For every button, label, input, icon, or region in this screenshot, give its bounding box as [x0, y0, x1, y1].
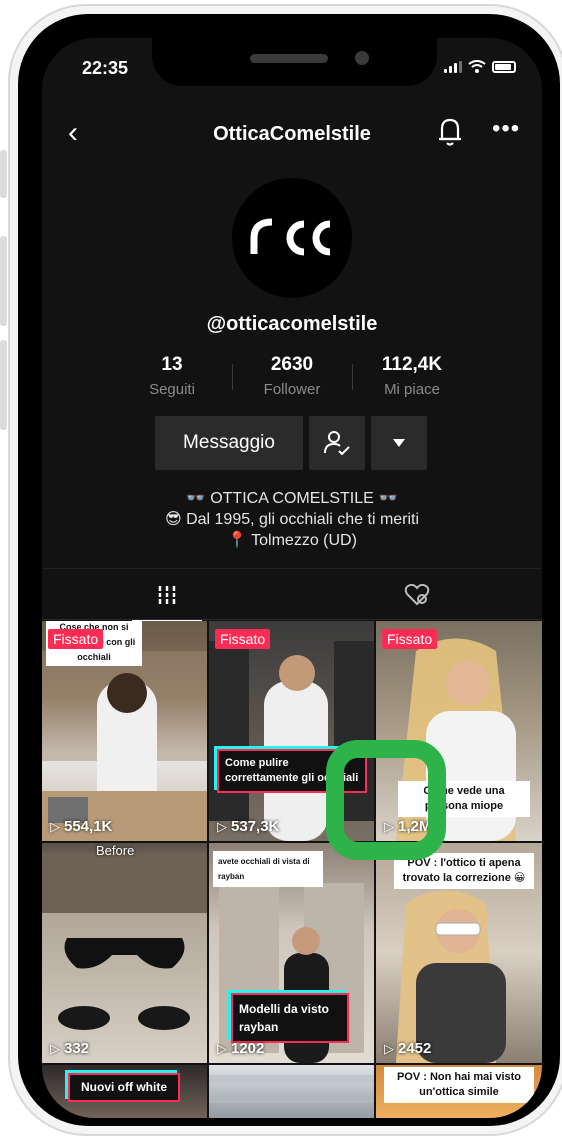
camera — [355, 51, 369, 65]
pinned-badge: Fissato — [215, 629, 271, 649]
stat-label: Follower — [263, 381, 321, 398]
video-tile[interactable]: Nuovi off white — [42, 1065, 207, 1118]
user-check-icon — [324, 431, 350, 456]
view-count-value: 537,3K — [231, 818, 280, 835]
view-count-value: 332 — [64, 1040, 90, 1057]
view-count: ▷ 1202 — [217, 1040, 264, 1057]
avatar[interactable] — [232, 178, 352, 298]
profile-tabs — [42, 568, 542, 622]
profile-bio: 👓 OTTICA COMELSTILE 👓 😎 Dal 1995, gli oc… — [42, 488, 542, 551]
view-count: ▷ 537,3K — [217, 818, 279, 835]
heart-hidden-icon — [404, 583, 430, 606]
video-tile[interactable]: avete occhiali di vista di rayban Modell… — [209, 843, 374, 1063]
stat-likes[interactable]: 112,4K Mi piace — [352, 354, 472, 404]
stat-label: Seguiti — [149, 381, 195, 398]
brand-logo-icon — [250, 218, 331, 256]
phone-bezel: 22:35 ‹ OtticaComelstile ••• @otticacome… — [18, 14, 560, 1126]
video-caption: avete occhiali di vista di rayban — [213, 851, 323, 887]
phone-side-button — [0, 150, 7, 198]
stat-value: 112,4K — [381, 354, 443, 375]
status-time: 22:35 — [82, 58, 129, 78]
video-thumbnail — [42, 853, 207, 1030]
profile-stats: 13 Seguiti 2630 Follower 112,4K Mi piace — [112, 354, 472, 404]
tab-videos[interactable] — [42, 569, 292, 622]
bio-line: 👓 OTTICA COMELSTILE 👓 — [185, 490, 399, 507]
signal-icon — [444, 61, 462, 73]
notch — [152, 38, 437, 86]
video-caption: Nuovi off white — [68, 1073, 180, 1102]
phone-side-button — [0, 236, 7, 326]
stat-value: 13 — [161, 354, 183, 375]
video-tile[interactable]: POV : l'ottico ti apena trovato la corre… — [376, 843, 542, 1063]
bio-line: 📍 Tolmezzo (UD) — [227, 532, 357, 549]
view-count: ▷ 2452 — [384, 1040, 431, 1057]
video-tile[interactable] — [209, 1065, 374, 1118]
video-grid: Cose che non si devono fare con gli occh… — [42, 621, 542, 1118]
battery-icon — [492, 61, 516, 73]
stat-value: 2630 — [270, 354, 314, 375]
view-count: ▷ 554,1K — [50, 818, 112, 835]
page-title: OtticaComelstile — [213, 123, 371, 145]
play-icon: ▷ — [384, 1040, 394, 1056]
message-button[interactable]: Messaggio — [155, 416, 303, 470]
highlight-ring — [326, 740, 446, 860]
top-nav: ‹ OtticaComelstile ••• — [42, 113, 542, 153]
suggested-accounts-button[interactable] — [371, 416, 427, 470]
stat-label: Mi piace — [384, 381, 440, 398]
profile-username: @otticacomelstile — [206, 313, 378, 335]
view-count-value: 1202 — [231, 1040, 265, 1057]
video-tile[interactable]: Before ▷ 332 — [42, 843, 207, 1063]
stat-following[interactable]: 13 Seguiti — [112, 354, 232, 404]
play-icon: ▷ — [217, 1040, 227, 1056]
view-count: ▷ 332 — [50, 1040, 89, 1057]
screen: 22:35 ‹ OtticaComelstile ••• @otticacome… — [42, 38, 542, 1118]
profile-actions: Messaggio — [155, 416, 427, 470]
video-tile[interactable]: Cose che non si devono fare con gli occh… — [42, 621, 207, 841]
play-icon: ▷ — [50, 818, 60, 834]
bio-line: 😎 Dal 1995, gli occhiali che ti meriti — [164, 511, 420, 528]
play-icon: ▷ — [50, 1040, 60, 1056]
video-tile[interactable]: POV : Non hai mai visto un'ottica simile — [376, 1065, 542, 1118]
triangle-down-icon — [393, 439, 405, 447]
video-thumbnail — [209, 1075, 374, 1103]
pinned-badge: Fissato — [382, 629, 438, 649]
video-caption: Before — [96, 843, 135, 858]
view-count-value: 2452 — [398, 1040, 432, 1057]
view-count-value: 554,1K — [64, 818, 113, 835]
video-caption: POV : Non hai mai visto un'ottica simile — [384, 1067, 534, 1103]
stat-followers[interactable]: 2630 Follower — [232, 354, 352, 404]
tab-liked[interactable] — [292, 569, 542, 621]
speaker — [250, 54, 328, 63]
status-icons — [444, 60, 516, 73]
wifi-icon — [468, 60, 486, 73]
video-caption: Modelli da visto rayban — [231, 993, 349, 1043]
phone-side-button — [0, 340, 7, 430]
pinned-badge: Fissato — [48, 629, 104, 649]
following-button[interactable] — [309, 416, 365, 470]
bell-icon[interactable] — [436, 115, 464, 149]
grid-icon — [157, 586, 177, 604]
play-icon: ▷ — [217, 818, 227, 834]
more-options-icon[interactable]: ••• — [492, 115, 520, 143]
